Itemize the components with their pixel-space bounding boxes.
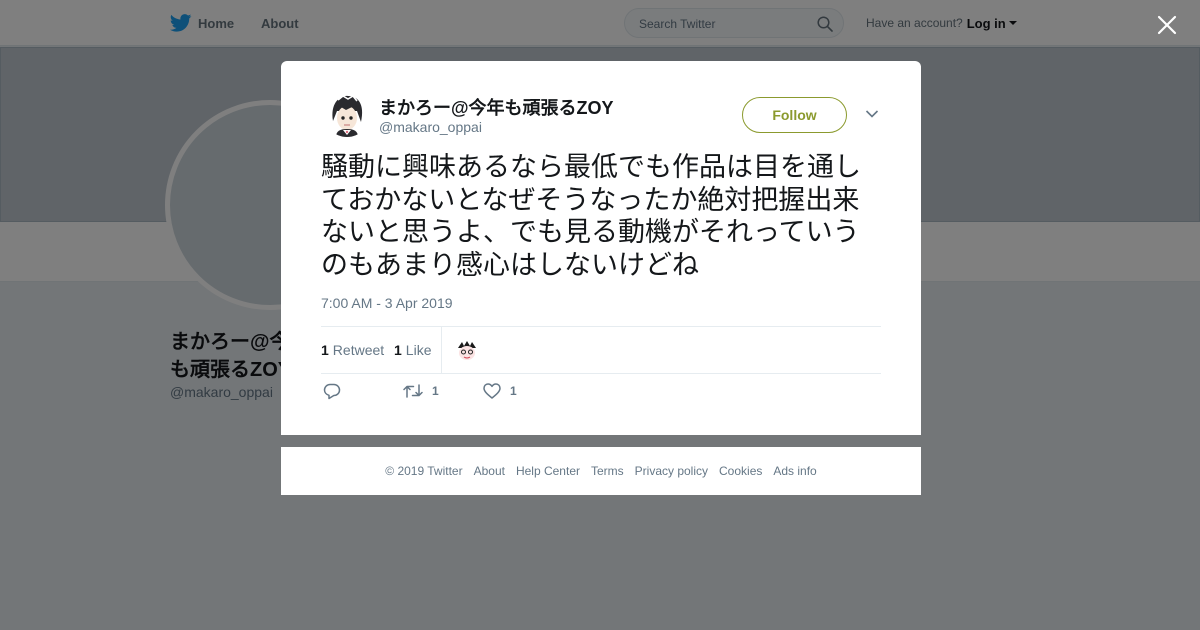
like-button[interactable]: 1 bbox=[483, 383, 517, 399]
retweet-count: 1 bbox=[321, 342, 329, 358]
tweet-author-handle[interactable]: @makaro_oppai bbox=[379, 119, 482, 135]
like-stat-label: Like bbox=[405, 342, 432, 358]
footer-link-privacy-policy[interactable]: Privacy policy bbox=[635, 464, 708, 478]
tweet-author-name[interactable]: まかろー@今年も頑張るZOY bbox=[379, 94, 614, 120]
retweet-button[interactable]: 1 bbox=[403, 383, 439, 399]
liker-avatar-image bbox=[455, 338, 479, 362]
like-stat[interactable]: 1 Like bbox=[394, 342, 431, 358]
footer-link-ads-info[interactable]: Ads info bbox=[773, 464, 816, 478]
heart-icon bbox=[483, 383, 501, 399]
retweet-action-count: 1 bbox=[432, 384, 439, 398]
avatar-image bbox=[324, 91, 370, 137]
retweet-stat-label: Retweet bbox=[332, 342, 385, 358]
footer-copyright: © 2019 Twitter bbox=[385, 464, 463, 478]
footer-link-about[interactable]: About bbox=[474, 464, 505, 478]
tweet-modal: まかろー@今年も頑張るZOY @makaro_oppai Follow 騒動に興… bbox=[281, 61, 921, 435]
retweet-stat[interactable]: 1 Retweet bbox=[321, 342, 384, 358]
footer-link-help-center[interactable]: Help Center bbox=[516, 464, 580, 478]
tweet-stats: 1 Retweet 1 Like bbox=[321, 326, 881, 374]
chevron-down-icon[interactable] bbox=[865, 109, 879, 119]
footer-link-cookies[interactable]: Cookies bbox=[719, 464, 762, 478]
close-icon[interactable] bbox=[1155, 13, 1179, 37]
like-count: 1 bbox=[394, 342, 402, 358]
modal-footer: © 2019 Twitter About Help Center Terms P… bbox=[281, 447, 921, 495]
like-action-count: 1 bbox=[510, 384, 517, 398]
footer-link-terms[interactable]: Terms bbox=[591, 464, 624, 478]
tweet-author-avatar[interactable] bbox=[324, 91, 370, 137]
tweet-actions: 1 1 bbox=[321, 383, 881, 407]
reply-button[interactable] bbox=[323, 383, 341, 400]
liker-avatar[interactable] bbox=[455, 338, 479, 362]
follow-button[interactable]: Follow bbox=[742, 97, 847, 133]
tweet-timestamp[interactable]: 7:00 AM - 3 Apr 2019 bbox=[321, 295, 453, 311]
tweet-text: 騒動に興味あるなら最低でも作品は目を通しておかないとなぜそうなったか絶対把握出来… bbox=[321, 152, 861, 281]
retweet-icon bbox=[403, 384, 423, 398]
stats-divider bbox=[441, 327, 442, 373]
reply-icon bbox=[323, 383, 341, 400]
